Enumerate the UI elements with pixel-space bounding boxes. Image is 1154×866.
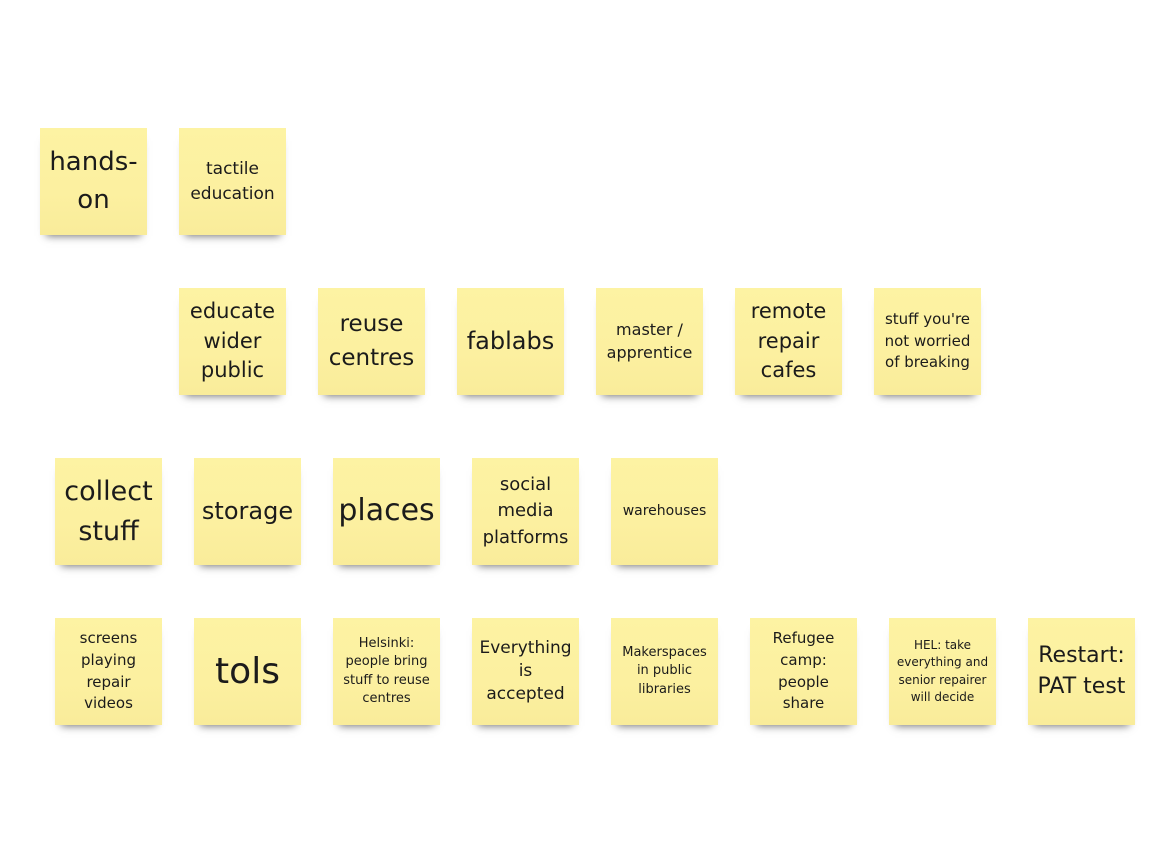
sticky-note-text: fablabs [466, 326, 555, 355]
sticky-note-text: warehouses [622, 503, 707, 520]
sticky-note-text: collect stuff [64, 476, 153, 547]
sticky-note[interactable]: tactile education [179, 128, 286, 240]
sticky-note-text: tactile education [190, 158, 275, 204]
sticky-note-text: places [338, 493, 435, 529]
sticky-note-text: storage [201, 496, 294, 525]
sticky-note[interactable]: warehouses [611, 458, 718, 570]
sticky-note-text: stuff you're not worried of breaking [884, 309, 971, 372]
sticky-note[interactable]: fablabs [457, 288, 564, 400]
sticky-note-text: Everything is accepted [479, 638, 572, 704]
sticky-note-text: Helsinki: people bring stuff to reuse ce… [343, 636, 430, 706]
sticky-note-text: social media platforms [482, 474, 569, 548]
sticky-note-text: hands-on [49, 146, 138, 215]
sticky-note-text: reuse centres [328, 311, 415, 371]
sticky-note-text: master / apprentice [606, 320, 693, 362]
sticky-note-text: Makerspaces in public libraries [622, 645, 707, 697]
whiteboard-canvas[interactable]: hands-on tactile education educate wider… [0, 0, 1154, 866]
sticky-note[interactable]: screens playing repair videos [55, 618, 162, 730]
sticky-note-text: screens playing repair videos [79, 629, 138, 713]
sticky-note-text: Refugee camp: people share [772, 629, 835, 713]
sticky-note[interactable]: social media platforms [472, 458, 579, 570]
sticky-note[interactable]: HEL: take everything and senior repairer… [889, 618, 996, 730]
sticky-note[interactable]: Restart: PAT test [1028, 618, 1135, 730]
sticky-note[interactable]: educate wider public [179, 288, 286, 400]
sticky-note-text: remote repair cafes [750, 299, 827, 383]
sticky-note-text: HEL: take everything and senior repairer… [896, 637, 989, 704]
sticky-note[interactable]: stuff you're not worried of breaking [874, 288, 981, 400]
sticky-note[interactable]: hands-on [40, 128, 147, 240]
sticky-note[interactable]: collect stuff [55, 458, 162, 570]
sticky-note-text: Restart: PAT test [1037, 642, 1126, 699]
sticky-note[interactable]: places [333, 458, 440, 570]
sticky-note[interactable]: Helsinki: people bring stuff to reuse ce… [333, 618, 440, 730]
sticky-note[interactable]: Makerspaces in public libraries [611, 618, 718, 730]
sticky-note[interactable]: remote repair cafes [735, 288, 842, 400]
sticky-note-text: tols [215, 650, 280, 692]
sticky-note[interactable]: reuse centres [318, 288, 425, 400]
sticky-note-text: educate wider public [189, 299, 276, 383]
sticky-note[interactable]: master / apprentice [596, 288, 703, 400]
sticky-note[interactable]: Refugee camp: people share [750, 618, 857, 730]
sticky-note[interactable]: Everything is accepted [472, 618, 579, 730]
sticky-note[interactable]: tols [194, 618, 301, 730]
sticky-note[interactable]: storage [194, 458, 301, 570]
